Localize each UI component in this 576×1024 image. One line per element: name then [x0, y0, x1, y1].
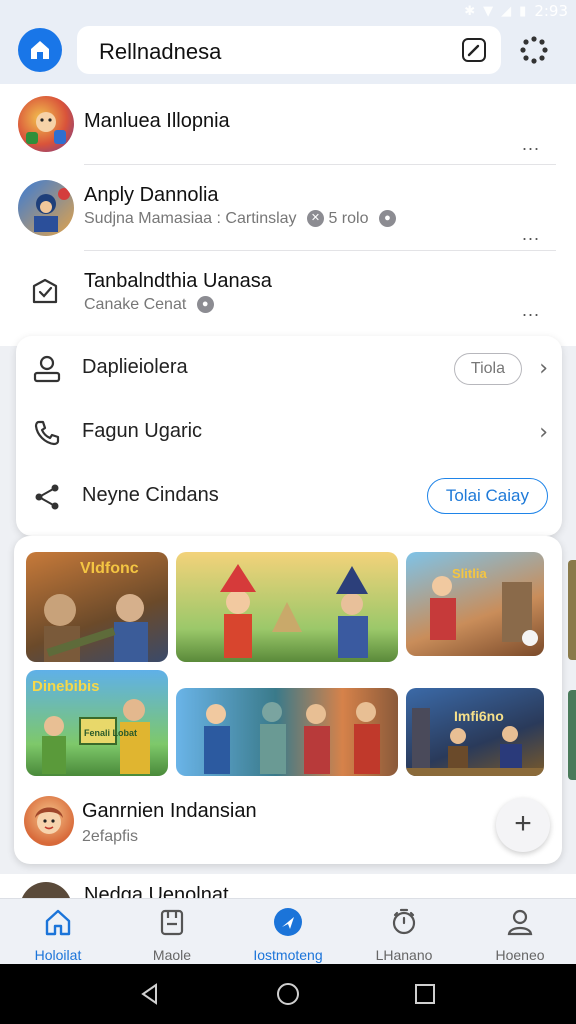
document-icon	[160, 909, 184, 936]
status-time: 2:93	[534, 2, 568, 20]
action-pill-button[interactable]: Tolai Caiay	[426, 478, 548, 514]
avatar	[18, 180, 74, 236]
more-icon[interactable]: ...	[522, 224, 540, 245]
status-bar: ✱ ▼ ◢ ▮ 2:93	[0, 0, 576, 22]
nav-label: Holoilat	[34, 947, 82, 963]
timer-icon	[392, 908, 416, 935]
game-thumbnail-text: Slitlia	[452, 566, 487, 581]
badge-icon: ●	[378, 210, 396, 228]
game-thumbnail-text: Dinebibis	[32, 678, 100, 695]
divider	[84, 164, 556, 165]
home-button[interactable]	[18, 28, 62, 72]
back-icon[interactable]	[138, 982, 162, 1006]
game-thumbnail[interactable]	[176, 688, 398, 776]
list-item[interactable]: Tanbalndthia Uanasa Canake Cenat ● ...	[0, 260, 576, 344]
settings-row-2[interactable]: Fagun Ugaric ›	[16, 400, 562, 464]
wifi-icon: ▼	[483, 3, 494, 19]
nav-label: Hoeneo	[495, 947, 545, 963]
search-text: Rellnadnesa	[99, 39, 222, 64]
nav-label: Iostmoteng	[253, 947, 323, 963]
list-item[interactable]: Manluea Illopnia ...	[0, 94, 576, 166]
avatar	[18, 96, 74, 152]
list-item-subtitle: Sudjna Mamasiaa : Cartinslay ✕ 5 rolo ●	[84, 210, 396, 228]
more-icon[interactable]: ...	[522, 134, 540, 155]
game-thumbnail[interactable]: Slitlia	[406, 552, 544, 656]
edit-icon[interactable]	[461, 37, 487, 63]
nav-label: Maole	[152, 947, 192, 963]
phone-icon	[34, 420, 60, 446]
search-bar[interactable]: Rellnadnesa	[77, 26, 501, 74]
nav-item-profile[interactable]: Hoeneo	[470, 907, 570, 963]
game-thumbnail[interactable]: Imfi6no	[406, 688, 544, 776]
badge-icon: ●	[196, 296, 214, 314]
recents-icon[interactable]	[414, 983, 436, 1005]
game-title: Ganrnien Indansian	[82, 800, 257, 822]
home-circle-icon[interactable]	[276, 982, 300, 1006]
loading-icon[interactable]	[520, 36, 548, 64]
nav-item-4[interactable]: LHanano	[354, 907, 454, 963]
more-icon[interactable]: ...	[522, 300, 540, 321]
chevron-right-icon: ›	[539, 420, 548, 445]
list-item-title: Manluea Illopnia	[84, 110, 230, 132]
settings-label: Daplieiolera	[82, 356, 188, 378]
game-thumbnail-text: Fenali Lobat	[84, 728, 138, 738]
game-thumbnail-text: Imfi6no	[454, 708, 504, 724]
send-icon	[274, 908, 302, 936]
game-thumbnail[interactable]: VIdfonc	[26, 552, 168, 662]
settings-row-1[interactable]: Daplieiolera Tiola ›	[16, 336, 562, 400]
home-icon	[31, 41, 49, 59]
task-check-icon	[32, 278, 58, 304]
bluetooth-icon: ✱	[464, 3, 476, 19]
system-navigation-bar	[0, 964, 576, 1024]
game-gallery-card: VIdfonc Slitlia Dinebibis Fenali Lobat I…	[14, 536, 562, 864]
nav-item-home[interactable]: Holoilat	[8, 907, 108, 963]
game-thumbnail-text: VIdfonc	[80, 560, 139, 577]
settings-pill[interactable]: Tiola	[453, 353, 522, 385]
list-item-subtitle: Canake Cenat ●	[84, 296, 214, 314]
conversation-list: Manluea Illopnia ... Anply Dannolia Sudj…	[0, 84, 576, 346]
nav-label: LHanano	[375, 947, 433, 963]
divider	[84, 250, 556, 251]
home-icon	[45, 909, 71, 936]
bottom-navigation: Holoilat Maole Iostmoteng LHanano Hoeneo	[0, 898, 576, 964]
list-item-title: Anply Dannolia	[84, 184, 219, 206]
chevron-right-icon: ›	[539, 356, 548, 381]
nav-item-3[interactable]: Iostmoteng	[238, 907, 338, 963]
settings-card: Daplieiolera Tiola › Fagun Ugaric › Neyn…	[16, 336, 562, 536]
add-button[interactable]: +	[496, 798, 550, 852]
top-app-bar: Rellnadnesa	[0, 22, 576, 84]
person-icon	[507, 909, 533, 936]
settings-label: Fagun Ugaric	[82, 420, 203, 442]
game-thumbnail[interactable]	[176, 552, 398, 662]
signal-icon: ◢	[501, 3, 512, 19]
profile-icon	[33, 355, 61, 383]
game-thumbnail[interactable]: Dinebibis Fenali Lobat	[26, 670, 168, 776]
list-item-title: Tanbalndthia Uanasa	[84, 270, 272, 292]
next-card-peek	[568, 560, 576, 660]
tools-icon: ✕	[307, 210, 324, 228]
share-icon	[35, 484, 59, 510]
list-item[interactable]: Anply Dannolia Sudjna Mamasiaa : Cartins…	[0, 176, 576, 256]
avatar	[24, 796, 74, 846]
game-subtitle: 2efapfis	[82, 828, 139, 845]
nav-item-2[interactable]: Maole	[122, 907, 222, 963]
battery-icon: ▮	[519, 3, 527, 19]
next-card-peek	[568, 690, 576, 780]
settings-label: Neyne Cindans	[82, 484, 219, 506]
